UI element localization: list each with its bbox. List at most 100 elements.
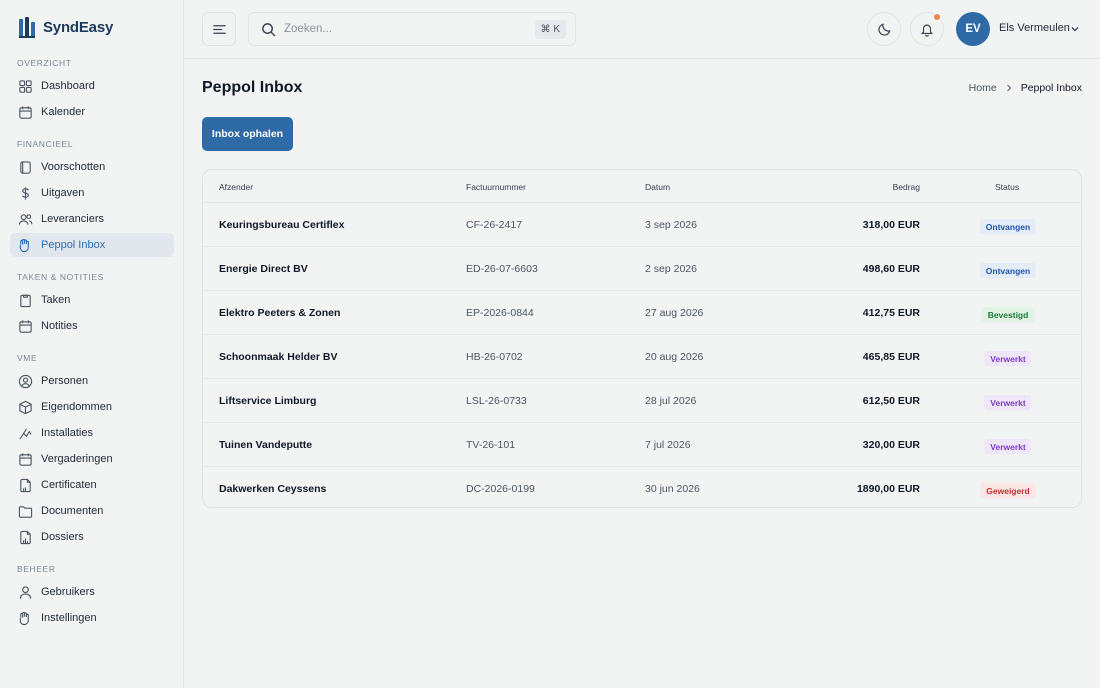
page-title: Peppol Inbox bbox=[202, 79, 303, 96]
tool-icon bbox=[19, 428, 32, 439]
sidebar-item-label: Dossiers bbox=[41, 531, 84, 543]
table-row[interactable]: Dakwerken Ceyssens DC-2026-0199 30 jun 2… bbox=[203, 467, 1081, 507]
sidebar-item-eigendommen[interactable]: Eigendommen bbox=[10, 395, 174, 419]
section-overzicht: OVERZICHT bbox=[17, 58, 72, 68]
sidebar-item-vergaderingen[interactable]: Vergaderingen bbox=[10, 447, 174, 471]
sidebar-item-instellingen[interactable]: Instellingen bbox=[10, 606, 174, 630]
note-icon bbox=[19, 319, 32, 333]
sidebar-item-label: Instellingen bbox=[41, 612, 97, 624]
sidebar-item-label: Taken bbox=[41, 294, 71, 306]
cell-sender: Liftservice Limburg bbox=[219, 395, 317, 407]
sidebar-item-dashboard[interactable]: Dashboard bbox=[10, 74, 174, 98]
cell-amount: 1890,00 EUR bbox=[856, 483, 920, 495]
table-header: Afzender Factuurnummer Datum Bedrag Stat… bbox=[203, 170, 1081, 203]
chevron-right-icon bbox=[1006, 84, 1012, 92]
section-taken-notities: TAKEN & NOTITIES bbox=[17, 272, 104, 282]
section-vme: VME bbox=[17, 353, 38, 363]
menu-toggle-button[interactable] bbox=[202, 12, 236, 46]
status-badge: Bevestigd bbox=[981, 307, 1035, 322]
table-row[interactable]: Schoonmaak Helder BV HB-26-0702 20 aug 2… bbox=[203, 335, 1081, 379]
sidebar-item-gebruikers[interactable]: Gebruikers bbox=[10, 580, 174, 604]
user-icon bbox=[19, 585, 32, 599]
sidebar-item-label: Certificaten bbox=[41, 479, 97, 491]
breadcrumb: Home Peppol Inbox bbox=[969, 82, 1082, 94]
cell-sender: Elektro Peeters & Zonen bbox=[219, 307, 341, 319]
sidebar-item-label: Eigendommen bbox=[41, 401, 112, 413]
cell-sender: Schoonmaak Helder BV bbox=[219, 351, 338, 363]
sidebar-item-notities[interactable]: Notities bbox=[10, 314, 174, 338]
breadcrumb-home[interactable]: Home bbox=[969, 82, 997, 94]
fetch-inbox-button[interactable]: Inbox ophalen bbox=[202, 117, 293, 151]
sidebar-item-label: Dashboard bbox=[41, 80, 95, 92]
sidebar-item-peppol-inbox[interactable]: Peppol Inbox bbox=[10, 233, 174, 257]
cell-invoice: LSL-26-0733 bbox=[466, 395, 527, 407]
sidebar-item-voorschotten[interactable]: Voorschotten bbox=[10, 155, 174, 179]
cell-invoice: CF-26-2417 bbox=[466, 219, 523, 231]
wallet-icon bbox=[20, 160, 31, 174]
search-input[interactable] bbox=[284, 23, 524, 35]
search-icon bbox=[262, 22, 276, 36]
sidebar-item-uitgaven[interactable]: Uitgaven bbox=[10, 181, 174, 205]
sidebar-item-taken[interactable]: Taken bbox=[10, 288, 174, 312]
column-header-amount[interactable]: Bedrag bbox=[893, 182, 920, 192]
cell-date: 27 aug 2026 bbox=[645, 307, 704, 319]
cell-amount: 612,50 EUR bbox=[862, 395, 920, 407]
sidebar-item-documenten[interactable]: Documenten bbox=[10, 499, 174, 523]
chevron-down-icon[interactable] bbox=[1070, 24, 1080, 34]
box-icon bbox=[19, 400, 32, 414]
calendar-icon bbox=[19, 105, 32, 119]
sidebar-item-label: Voorschotten bbox=[41, 161, 106, 173]
sidebar-item-label: Uitgaven bbox=[41, 187, 85, 199]
sidebar-item-personen[interactable]: Personen bbox=[10, 369, 174, 393]
table-row[interactable]: Keuringsbureau Certiflex CF-26-2417 3 se… bbox=[203, 203, 1081, 247]
user-name[interactable]: Els Vermeulen bbox=[999, 22, 1070, 34]
status-badge: Geweigerd bbox=[980, 483, 1036, 498]
column-header-date[interactable]: Datum bbox=[645, 182, 670, 192]
column-header-sender[interactable]: Afzender bbox=[219, 182, 253, 192]
brand-logo[interactable]: SyndEasy bbox=[18, 14, 113, 40]
cell-amount: 465,85 EUR bbox=[862, 351, 920, 363]
cell-invoice: ED-26-07-6603 bbox=[466, 263, 538, 275]
sidebar-item-leveranciers[interactable]: Leveranciers bbox=[10, 207, 174, 231]
notification-dot bbox=[934, 14, 940, 20]
users-icon bbox=[18, 213, 33, 225]
theme-toggle-button[interactable] bbox=[867, 12, 901, 46]
invoice-table: Afzender Factuurnummer Datum Bedrag Stat… bbox=[202, 169, 1082, 508]
column-header-status[interactable]: Status bbox=[995, 182, 1019, 192]
table-row[interactable]: Liftservice Limburg LSL-26-0733 28 jul 2… bbox=[203, 379, 1081, 423]
cell-amount: 498,60 EUR bbox=[862, 263, 920, 275]
clipboard-icon bbox=[20, 294, 31, 307]
search-bar[interactable]: ⌘ K bbox=[248, 12, 576, 46]
cell-date: 7 jul 2026 bbox=[645, 439, 691, 451]
settings-icon bbox=[19, 611, 29, 625]
calendar-icon bbox=[19, 452, 32, 466]
column-header-invoice[interactable]: Factuurnummer bbox=[466, 182, 526, 192]
dashboard-icon bbox=[19, 79, 32, 93]
certificate-icon bbox=[20, 478, 31, 492]
person-circle-icon bbox=[18, 374, 33, 388]
sidebar-item-dossiers[interactable]: Dossiers bbox=[10, 525, 174, 549]
cell-sender: Keuringsbureau Certiflex bbox=[219, 219, 345, 231]
sidebar-item-certificaten[interactable]: Certificaten bbox=[10, 473, 174, 497]
brand-name: SyndEasy bbox=[43, 18, 114, 36]
sidebar-item-kalender[interactable]: Kalender bbox=[10, 100, 174, 124]
cell-invoice: DC-2026-0199 bbox=[466, 483, 535, 495]
sidebar-item-label: Vergaderingen bbox=[41, 453, 113, 465]
cell-invoice: HB-26-0702 bbox=[466, 351, 523, 363]
table-row[interactable]: Elektro Peeters & Zonen EP-2026-0844 27 … bbox=[203, 291, 1081, 335]
bell-icon bbox=[920, 24, 934, 37]
sidebar-item-label: Notities bbox=[41, 320, 78, 332]
avatar[interactable]: EV bbox=[956, 12, 990, 46]
sidebar-item-label: Leveranciers bbox=[41, 213, 104, 225]
sidebar-item-installaties[interactable]: Installaties bbox=[10, 421, 174, 445]
table-row[interactable]: Energie Direct BV ED-26-07-6603 2 sep 20… bbox=[203, 247, 1081, 291]
sidebar-item-label: Peppol Inbox bbox=[41, 239, 106, 251]
table-row[interactable]: Tuinen Vandeputte TV-26-101 7 jul 2026 3… bbox=[203, 423, 1081, 467]
notifications-button[interactable] bbox=[910, 12, 944, 46]
cell-invoice: EP-2026-0844 bbox=[466, 307, 534, 319]
cell-amount: 318,00 EUR bbox=[862, 219, 920, 231]
sidebar-item-label: Documenten bbox=[41, 505, 104, 517]
cell-amount: 412,75 EUR bbox=[862, 307, 920, 319]
cell-amount: 320,00 EUR bbox=[862, 439, 920, 451]
cell-invoice: TV-26-101 bbox=[466, 439, 516, 451]
